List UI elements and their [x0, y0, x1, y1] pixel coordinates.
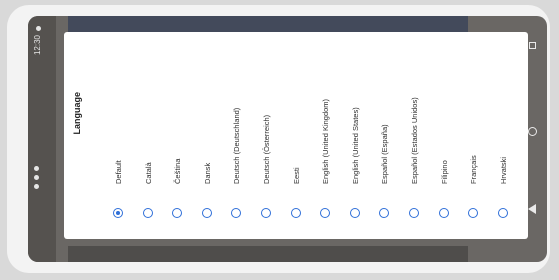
device-screen: 12:30 Language Default Català Čeština Dansk…: [28, 16, 547, 262]
status-bar: 12:30: [28, 16, 56, 262]
radio-button[interactable]: [497, 208, 508, 218]
radio-selected-dot: [116, 211, 120, 215]
language-option[interactable]: Deutsch (Deutschland): [228, 32, 256, 239]
language-dialog: Language Default Català Čeština Dansk Deutsc…: [64, 32, 528, 239]
language-option-label: Hrvatski: [498, 156, 508, 184]
language-option[interactable]: Dansk: [199, 32, 227, 239]
language-option-label: Dansk: [202, 162, 212, 184]
language-option-label: Eesti: [291, 167, 301, 184]
radio-button[interactable]: [409, 208, 419, 218]
radio-button[interactable]: [438, 208, 449, 218]
battery-icon: [34, 184, 39, 189]
radio-button[interactable]: [349, 208, 360, 218]
language-option-label: English (United States): [350, 107, 360, 184]
language-option-label: Filipino: [439, 160, 449, 184]
status-left: 12:30: [33, 26, 42, 56]
language-option-label: Deutsch (Deutschland): [232, 107, 242, 184]
cell-signal-icon: [34, 166, 39, 171]
home-icon: [527, 126, 537, 136]
language-option-label: Default: [114, 160, 123, 184]
background-image-bottom: [68, 246, 468, 262]
language-option[interactable]: Español (España): [376, 32, 404, 239]
language-option-label: Español (España): [380, 124, 390, 184]
language-option[interactable]: Hrvatski: [495, 32, 523, 239]
dialog-title: Language: [72, 92, 82, 135]
language-option-label: Català: [143, 162, 153, 184]
back-icon: [528, 204, 536, 214]
language-options-list: Default Català Čeština Dansk Deutsch (Deutsc…: [110, 32, 520, 239]
radio-button[interactable]: [290, 208, 301, 218]
language-option-label: Deutsch (Österreich): [262, 114, 271, 184]
wifi-icon: [34, 175, 39, 180]
radio-button[interactable]: [231, 208, 242, 218]
radio-button[interactable]: [261, 208, 271, 218]
radio-button[interactable]: [113, 208, 123, 218]
radio-button[interactable]: [468, 208, 479, 218]
language-option-label: Français: [469, 155, 479, 184]
recents-icon: [528, 41, 536, 49]
radio-button[interactable]: [142, 208, 153, 218]
language-option[interactable]: Filipino: [436, 32, 464, 239]
notification-icon: [35, 26, 41, 31]
language-option[interactable]: Català: [140, 32, 168, 239]
language-option[interactable]: Default: [110, 32, 138, 239]
language-option[interactable]: English (United States): [347, 32, 375, 239]
language-option[interactable]: Čeština: [169, 32, 197, 239]
radio-button[interactable]: [379, 208, 390, 218]
language-option[interactable]: Français: [465, 32, 493, 239]
language-option-label: English (United Kingdom): [321, 98, 331, 184]
language-option[interactable]: Eesti: [288, 32, 316, 239]
radio-button[interactable]: [320, 208, 331, 218]
background-image-top: [68, 16, 468, 32]
language-option-label: Español (Estados Unidos): [410, 97, 419, 184]
language-option-label: Čeština: [173, 158, 183, 184]
status-time: 12:30: [33, 35, 42, 56]
status-right: [34, 166, 39, 189]
language-option[interactable]: Español (Estados Unidos): [406, 32, 434, 239]
language-option[interactable]: English (United Kingdom): [317, 32, 345, 239]
language-option[interactable]: Deutsch (Österreich): [258, 32, 286, 239]
radio-button[interactable]: [201, 208, 212, 218]
radio-button[interactable]: [172, 208, 183, 218]
